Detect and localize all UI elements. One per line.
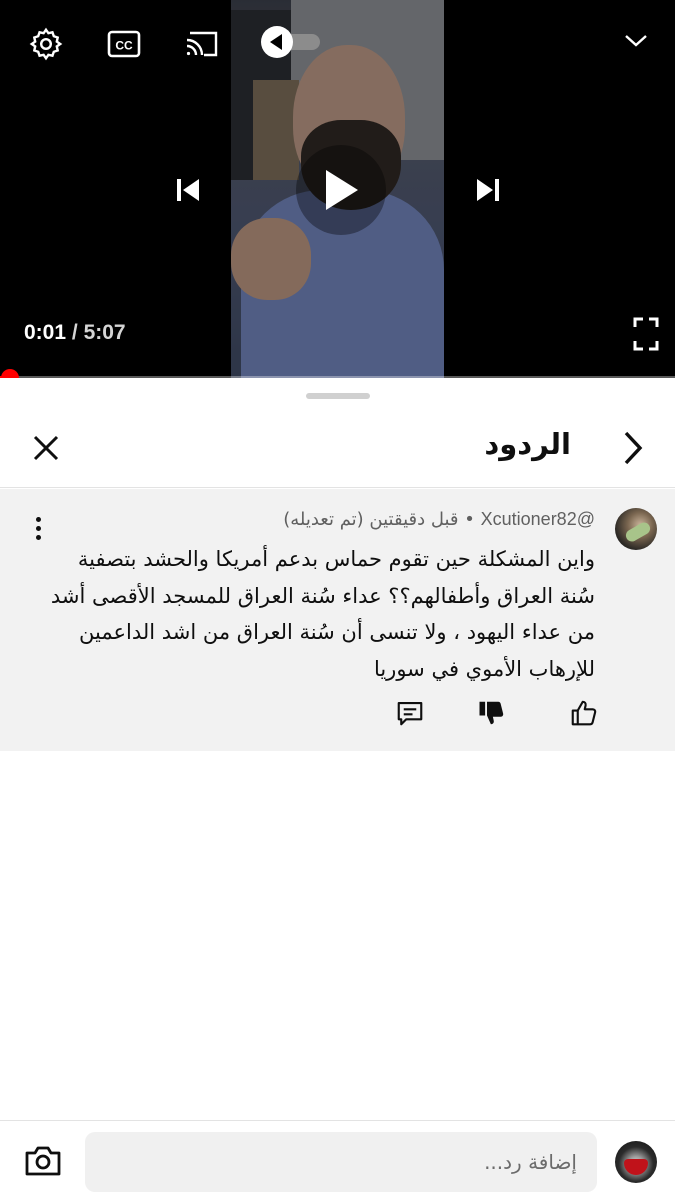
- like-button[interactable]: [564, 695, 604, 731]
- captions-button[interactable]: CC: [104, 24, 144, 64]
- cast-button[interactable]: [182, 24, 222, 64]
- time-separator: /: [71, 321, 78, 344]
- more-options-button[interactable]: [26, 513, 50, 543]
- close-button[interactable]: [26, 428, 66, 468]
- replies-sheet: الردود @Xcutioner82 • قبل دقيقتين (تم تع…: [0, 380, 675, 1200]
- play-button[interactable]: [296, 145, 386, 235]
- author-avatar[interactable]: [615, 508, 657, 550]
- play-icon: [326, 170, 358, 210]
- dislike-button[interactable]: [472, 695, 512, 731]
- reply-composer: [0, 1120, 675, 1200]
- sheet-title: الردود: [484, 427, 571, 461]
- next-button[interactable]: [466, 168, 510, 212]
- progress-bar[interactable]: [0, 376, 675, 378]
- skip-previous-icon: [177, 179, 199, 201]
- cast-icon: [186, 31, 218, 57]
- settings-button[interactable]: [26, 24, 66, 64]
- back-button[interactable]: [613, 426, 653, 470]
- comment-line: واين المشكلة حين تقوم حماس بدعم أمريكا و…: [77, 547, 595, 571]
- comment-time: قبل دقيقتين (تم تعديله): [283, 509, 459, 530]
- previous-button[interactable]: [166, 168, 210, 212]
- reply-button[interactable]: [390, 695, 430, 731]
- meta-dot: •: [464, 509, 475, 530]
- dislike-icon: [479, 701, 504, 725]
- fullscreen-button[interactable]: [626, 314, 666, 354]
- comment-text: واين المشكلة حين تقوم حماس بدعم أمريكا و…: [35, 541, 595, 687]
- autoplay-toggle-icon: [261, 26, 320, 58]
- cc-icon: CC: [107, 30, 141, 58]
- sheet-header: الردود: [0, 408, 675, 488]
- minimize-button[interactable]: [616, 22, 656, 58]
- like-icon: [571, 700, 597, 726]
- camera-button[interactable]: [22, 1141, 64, 1181]
- more-vert-icon: [35, 516, 41, 522]
- skip-next-icon: [477, 179, 499, 201]
- comment-thread-item: @Xcutioner82 • قبل دقيقتين (تم تعديله) و…: [0, 489, 675, 751]
- reply-input[interactable]: [85, 1132, 597, 1192]
- fullscreen-icon: [633, 317, 659, 351]
- reply-icon: [397, 701, 423, 726]
- comment-meta: @Xcutioner82 • قبل دقيقتين (تم تعديله): [283, 509, 595, 530]
- total-time: 5:07: [83, 321, 126, 344]
- comment-line: سُنة العراق وأطفالهم؟؟ عداء سُنة العراق …: [50, 583, 595, 608]
- time-display: 0:01 / 5:07: [24, 321, 126, 345]
- close-icon: [33, 435, 59, 461]
- settings-icon: [29, 27, 63, 61]
- video-player[interactable]: CC 0:01 / 5:07: [0, 0, 675, 378]
- comment-line: للإرهاب الأموي في سوريا: [373, 656, 595, 681]
- chevron-right-icon: [624, 431, 643, 465]
- svg-text:CC: CC: [115, 39, 133, 53]
- comment-author[interactable]: @Xcutioner82: [481, 509, 595, 529]
- user-avatar[interactable]: [615, 1141, 657, 1183]
- chevron-down-icon: [625, 35, 647, 47]
- progress-scrubber[interactable]: [1, 369, 19, 378]
- autoplay-toggle[interactable]: [260, 26, 322, 58]
- current-time: 0:01: [24, 321, 67, 344]
- camera-icon: [25, 1146, 61, 1176]
- drag-handle[interactable]: [306, 393, 370, 399]
- comment-line: من عداء اليهود ، ولا تنسى أن سُنة العراق…: [79, 620, 595, 644]
